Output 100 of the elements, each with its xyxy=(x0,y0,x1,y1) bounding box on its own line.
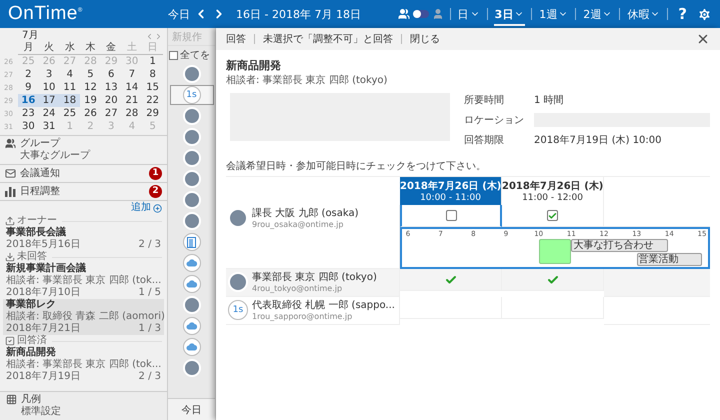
add-link[interactable]: 追加 xyxy=(131,202,162,214)
calendar-day[interactable]: 20 xyxy=(100,94,122,107)
calendar-day[interactable]: 10 xyxy=(38,81,60,94)
calendar-day[interactable]: 2 xyxy=(18,68,39,81)
calendar-day[interactable]: 17 xyxy=(38,94,60,107)
weekday-label: 金 xyxy=(100,42,122,55)
close-button[interactable] xyxy=(696,32,710,46)
nav-label: 会議通知 xyxy=(20,168,61,180)
view-tab[interactable]: 日 xyxy=(456,2,481,26)
avatar xyxy=(182,149,200,167)
download-icon xyxy=(5,252,15,262)
view-tab[interactable]: 休暇 xyxy=(626,2,662,26)
info-label: 回答期限 xyxy=(464,134,505,147)
group-selector[interactable]: グループ 大事なグループ xyxy=(0,136,167,165)
calendar-day[interactable]: 3 xyxy=(38,68,60,81)
help-button[interactable]: ? xyxy=(674,5,691,23)
calendar-day[interactable]: 7 xyxy=(122,68,142,81)
person-icon xyxy=(432,8,444,20)
toolbar-action[interactable]: 未選択で「調整不可」と回答 xyxy=(263,32,393,46)
select-all-label[interactable]: 全てを xyxy=(180,48,210,62)
view-tab[interactable]: 1週 xyxy=(538,2,570,26)
calendar-day[interactable]: 23 xyxy=(18,107,39,120)
view-tab[interactable]: 3日 xyxy=(494,2,526,26)
logo: OnTime$^{®}$ xyxy=(7,3,84,25)
consultant-text: 相談者: 事業部長 東京 四郎 (tokyo) xyxy=(226,74,388,87)
calendar-day[interactable]: 5 xyxy=(80,68,101,81)
calendar-day[interactable]: 28 xyxy=(122,107,142,120)
checkbox[interactable] xyxy=(547,210,558,221)
avatar: 1s xyxy=(228,300,248,320)
toolbar-action[interactable]: 閉じる xyxy=(410,32,440,46)
item-date: 2018年7月21日 xyxy=(6,323,81,334)
calendar-day[interactable]: 19 xyxy=(80,94,101,107)
calendar-day[interactable]: 6 xyxy=(100,68,122,81)
avatar xyxy=(182,296,200,314)
calendar-day[interactable]: 14 xyxy=(122,81,142,94)
legend-footer[interactable]: 凡例 標準設定 xyxy=(0,391,167,420)
calendar-day[interactable]: 9 xyxy=(18,81,39,94)
section-label: 未回答 xyxy=(17,251,47,262)
item-count: 2 / 3 xyxy=(138,371,161,383)
chevron-left-icon xyxy=(145,32,154,40)
item-title: 新商品開発 xyxy=(6,347,57,358)
item-date: 2018年7月10日 xyxy=(6,287,81,298)
grid-icon xyxy=(6,394,17,405)
calendar-day[interactable]: 22 xyxy=(142,94,163,107)
calendar-day[interactable]: 12 xyxy=(80,81,101,94)
notification-badge: 2 xyxy=(149,185,162,198)
info-value: 1 時間 xyxy=(534,94,565,107)
calendar-day[interactable]: 24 xyxy=(38,107,60,120)
notification-badge: 1 xyxy=(149,167,162,180)
calendar-day[interactable]: 27 xyxy=(100,107,122,120)
item-count: 2 / 3 xyxy=(138,239,161,251)
today-button[interactable]: 今日 xyxy=(168,6,190,22)
next-month-button[interactable] xyxy=(154,32,163,40)
meeting-title: 新商品開発 xyxy=(226,58,282,73)
item-consultant: 相談者: 事業部長 東京 四郎 (tok... xyxy=(6,359,161,371)
calendar-day[interactable]: 21 xyxy=(122,94,142,107)
calendar-day[interactable]: 16 xyxy=(18,94,39,107)
previous-month-button[interactable] xyxy=(145,32,154,40)
avatar xyxy=(182,107,200,125)
nav-item[interactable]: 会議通知 1 xyxy=(0,165,167,183)
weekday-label: 木 xyxy=(80,42,101,55)
calendar-day[interactable]: 1 xyxy=(142,55,163,68)
schedule-item[interactable]: 事業部レク 相談者: 取締役 青森 二郎 (aomori) 2018年7月21日 1 / 3 xyxy=(3,299,164,335)
bar-chart-icon xyxy=(5,186,16,197)
calendar-day[interactable]: 11 xyxy=(59,81,80,94)
toolbar-action[interactable]: 回答 xyxy=(226,32,246,46)
calendar-day[interactable]: 4 xyxy=(59,68,80,81)
checkbox[interactable] xyxy=(446,210,456,221)
checkbox-icon xyxy=(5,336,15,346)
calendar-day[interactable]: 15 xyxy=(142,81,163,94)
today-button[interactable]: 今日 xyxy=(168,398,215,420)
schedule-item[interactable]: 事業部長会議 2018年5月16日 2 / 3 xyxy=(3,227,164,251)
calendar-day[interactable]: 30 xyxy=(18,120,39,133)
calendar-day[interactable]: 18 xyxy=(59,94,80,107)
busy-event: 大事な打ち合わせ xyxy=(571,239,668,252)
avatar xyxy=(182,170,200,188)
calendar-day[interactable]: 26 xyxy=(80,107,101,120)
item-date: 2018年5月16日 xyxy=(6,239,81,250)
settings-button[interactable] xyxy=(697,6,712,22)
calendar-day[interactable]: 25 xyxy=(59,107,80,120)
calendar-day[interactable]: 31 xyxy=(38,120,60,133)
view-tab[interactable]: 2週 xyxy=(582,2,614,26)
slot-header[interactable]: 2018年7月26日 (木) 10:00 - 11:00 xyxy=(400,177,502,205)
nav-item[interactable]: 日程調整 2 xyxy=(0,183,167,201)
list-row[interactable]: 1s xyxy=(170,85,214,105)
calendar-day[interactable]: 29 xyxy=(142,107,163,120)
checkbox[interactable] xyxy=(169,50,178,60)
upload-icon xyxy=(5,216,15,226)
check-icon xyxy=(548,210,557,220)
calendar-day[interactable]: 13 xyxy=(100,81,122,94)
schedule-item[interactable]: 新商品開発 相談者: 事業部長 東京 四郎 (tok... 2018年7月19日 2 / 3 xyxy=(3,347,164,383)
avatar xyxy=(182,128,200,146)
toggle-switch[interactable] xyxy=(412,10,429,18)
slot-header[interactable]: 2018年7月26日 (木) 11:00 - 12:00 xyxy=(502,177,604,205)
calendar-day[interactable]: 8 xyxy=(142,68,163,81)
item-count: 1 / 5 xyxy=(138,287,161,299)
group-icon xyxy=(398,8,410,20)
avatar xyxy=(182,65,200,83)
schedule-item[interactable]: 新規事業計画会議 相談者: 事業部長 東京 四郎 (tok... 2018年7月10日 1 / 5 xyxy=(3,263,164,299)
info-value: 2018年7月19日 (木) 10:00 xyxy=(534,134,663,147)
